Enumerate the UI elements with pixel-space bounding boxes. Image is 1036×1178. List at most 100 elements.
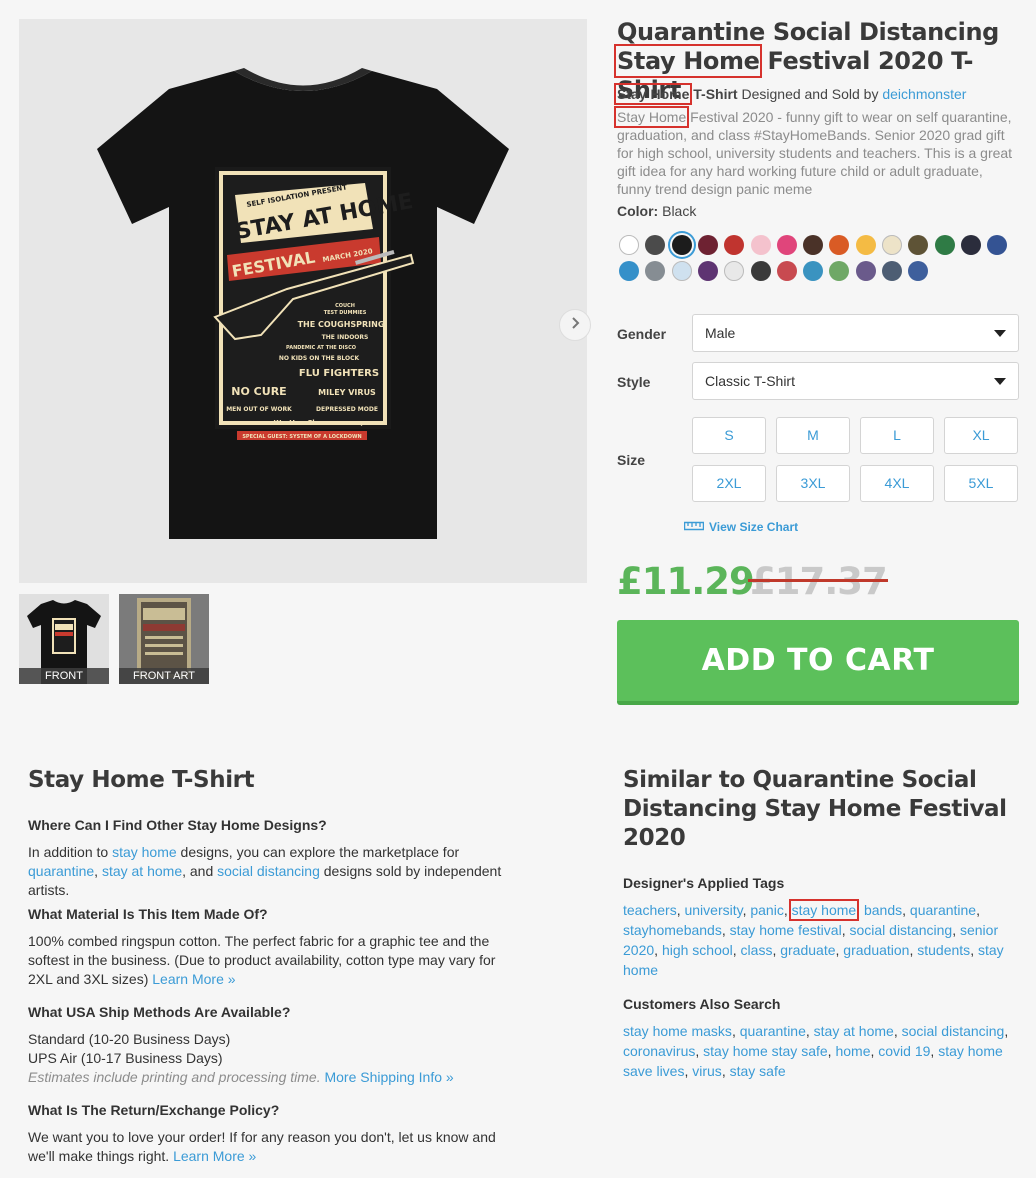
color-swatch[interactable]: [776, 261, 797, 281]
shipping-standard: Standard (10-20 Business Days): [28, 1031, 231, 1047]
art-special: SPECIAL GUEST: SYSTEM OF A LOCKDOWN: [242, 434, 361, 440]
tag-link[interactable]: virus: [692, 1063, 722, 1079]
color-swatch[interactable]: [645, 261, 666, 281]
color-swatch[interactable]: [619, 261, 639, 281]
art-billy: BILLY IDLE: [225, 421, 249, 426]
tag-link[interactable]: quarantine: [740, 1023, 806, 1039]
size-button-l[interactable]: L: [860, 417, 934, 454]
color-swatch[interactable]: [829, 235, 850, 255]
view-size-chart-link[interactable]: View Size Chart: [683, 520, 798, 534]
color-swatch[interactable]: [671, 235, 692, 255]
tag-link[interactable]: graduate: [780, 942, 835, 958]
link-stay-at-home[interactable]: stay at home: [102, 863, 182, 879]
color-swatch[interactable]: [697, 235, 718, 255]
color-swatch[interactable]: [750, 235, 771, 255]
tag-link[interactable]: graduation: [843, 942, 909, 958]
color-swatch[interactable]: [882, 235, 902, 255]
art-miley: MILEY VIRUS: [318, 388, 376, 397]
product-main-image[interactable]: SELF ISOLATION PRESENT STAY AT HOME FEST…: [19, 19, 591, 583]
tshirt-illustration: SELF ISOLATION PRESENT STAY AT HOME FEST…: [97, 68, 509, 539]
link-stay-home[interactable]: stay home: [112, 844, 177, 860]
tag-link[interactable]: stay home stay safe: [703, 1043, 828, 1059]
color-swatch[interactable]: [803, 235, 824, 255]
size-button-3xl[interactable]: 3XL: [776, 465, 850, 502]
thumbnail-front[interactable]: FRONT: [19, 594, 109, 684]
thumbnail-art-label: FRONT ART: [119, 668, 209, 684]
learn-more-returns-link[interactable]: Learn More »: [173, 1148, 256, 1164]
color-swatch[interactable]: [724, 261, 745, 281]
caret-down-icon: [994, 330, 1006, 337]
tag-link[interactable]: stay at home: [814, 1023, 894, 1039]
thumbnail-front-art[interactable]: FRONT ART: [119, 594, 209, 684]
color-swatch[interactable]: [619, 235, 639, 255]
size-button-4xl[interactable]: 4XL: [860, 465, 934, 502]
art-no-cure: NO CURE: [231, 385, 286, 398]
price-strikethrough: [748, 579, 888, 582]
tag-link[interactable]: quarantine: [910, 902, 976, 918]
designer-link[interactable]: deichmonster: [882, 86, 966, 102]
sale-price: £11.29: [617, 560, 755, 603]
color-swatch[interactable]: [829, 261, 850, 281]
tag-link[interactable]: stay home festival: [730, 922, 842, 938]
faq-answer-designs-mid-2: ,: [94, 863, 102, 879]
link-social-distancing[interactable]: social distancing: [217, 863, 320, 879]
color-swatch[interactable]: [697, 261, 718, 281]
color-swatch[interactable]: [724, 235, 745, 255]
tag-link[interactable]: students: [917, 942, 970, 958]
color-swatch[interactable]: [803, 261, 824, 281]
color-swatch[interactable]: [750, 261, 771, 281]
faq-answer-designs-pre: In addition to: [28, 844, 113, 860]
product-name-highlight: Stay Home: [613, 83, 693, 105]
learn-more-material-link[interactable]: Learn More »: [152, 971, 235, 987]
shipping-ups-air: UPS Air (10-17 Business Days): [28, 1050, 223, 1066]
tag-link[interactable]: stay safe: [730, 1063, 786, 1079]
tag-link[interactable]: coronavirus: [623, 1043, 695, 1059]
tag-link[interactable]: teachers: [623, 902, 677, 918]
poster-artwork: SELF ISOLATION PRESENT STAY AT HOME FEST…: [213, 167, 415, 440]
chevron-right-icon: [569, 316, 581, 334]
color-swatch[interactable]: [776, 235, 797, 255]
color-swatch[interactable]: [855, 235, 876, 255]
size-button-m[interactable]: M: [776, 417, 850, 454]
color-swatch[interactable]: [882, 261, 902, 281]
style-select-value: Classic T-Shirt: [705, 373, 795, 389]
color-swatch[interactable]: [855, 261, 876, 281]
faq-question-shipping: What USA Ship Methods Are Available?: [28, 1004, 291, 1020]
tag-link[interactable]: covid 19: [878, 1043, 930, 1059]
size-button-s[interactable]: S: [692, 417, 766, 454]
color-swatch[interactable]: [934, 235, 955, 255]
gender-select-value: Male: [705, 325, 736, 341]
art-men-out: MEN OUT OF WORK: [226, 406, 292, 413]
size-button-5xl[interactable]: 5XL: [944, 465, 1018, 502]
link-quarantine[interactable]: quarantine: [28, 863, 94, 879]
art-lineup-4: THE INDOORS: [322, 334, 369, 341]
more-shipping-info-link[interactable]: More Shipping Info »: [324, 1069, 453, 1085]
gender-select[interactable]: Male: [692, 314, 1019, 352]
faq-answer-material-text: 100% combed ringspun cotton. The perfect…: [28, 933, 496, 987]
style-select[interactable]: Classic T-Shirt: [692, 362, 1019, 400]
size-button-2xl[interactable]: 2XL: [692, 465, 766, 502]
tag-link[interactable]: social distancing: [902, 1023, 1005, 1039]
tag-link[interactable]: home: [835, 1043, 870, 1059]
tag-link[interactable]: university: [684, 902, 742, 918]
tag-link[interactable]: bands: [864, 902, 902, 918]
art-depressed: DEPRESSED MODE: [316, 406, 378, 413]
tag-link[interactable]: stayhomebands: [623, 922, 722, 938]
color-swatch[interactable]: [908, 261, 929, 281]
color-swatch[interactable]: [987, 235, 1008, 255]
next-image-button[interactable]: [559, 309, 591, 341]
color-swatch[interactable]: [645, 235, 666, 255]
faq-answer-designs: In addition to stay home designs, you ca…: [28, 843, 508, 900]
color-swatch[interactable]: [960, 235, 981, 255]
tag-link[interactable]: social distancing: [849, 922, 952, 938]
tag-link[interactable]: high school: [662, 942, 733, 958]
faq-answer-returns: We want you to love your order! If for a…: [28, 1128, 508, 1166]
color-swatch[interactable]: [908, 235, 929, 255]
add-to-cart-button[interactable]: ADD TO CART: [617, 620, 1019, 705]
tag-link[interactable]: stay home: [788, 899, 860, 921]
tag-link[interactable]: stay home masks: [623, 1023, 732, 1039]
tag-link[interactable]: class: [741, 942, 773, 958]
tag-link[interactable]: panic: [750, 902, 783, 918]
size-button-xl[interactable]: XL: [944, 417, 1018, 454]
color-swatch[interactable]: [671, 261, 692, 281]
